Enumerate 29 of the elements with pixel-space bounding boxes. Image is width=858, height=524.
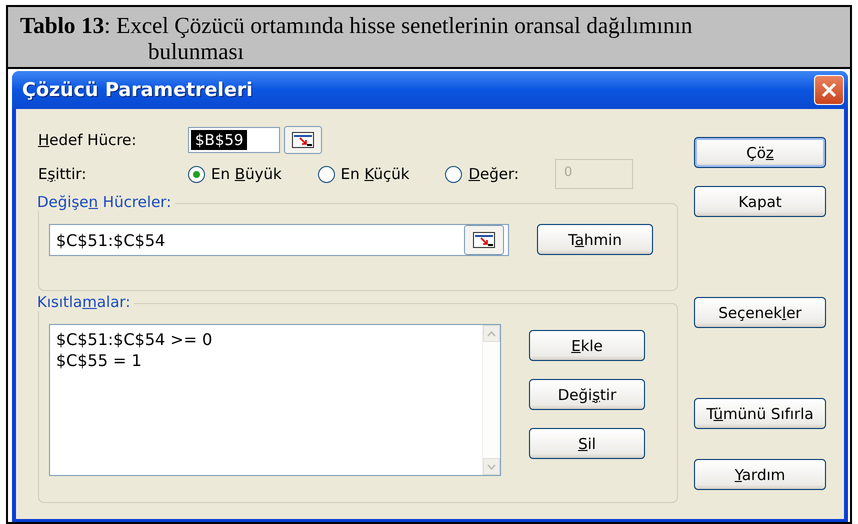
radio-option[interactable]: En Büyük (188, 165, 282, 183)
table-caption: Tablo 13: Excel Çözücü ortamında hisse senetlerinin oransal dağılımının bulunması (6, 5, 852, 69)
range-picker-button[interactable] (284, 126, 322, 154)
constraint-button[interactable]: Ekle (529, 330, 645, 361)
radio-option[interactable]: En Küçük (318, 165, 410, 183)
constraint-item[interactable]: $C$55 = 1 (56, 350, 476, 371)
equals-label: Eşittir: (38, 165, 88, 183)
dialog-button[interactable]: Tümünü Sıfırla (694, 398, 826, 429)
dialog-button[interactable]: Çöz (694, 137, 826, 168)
dialog-button[interactable]: Seçenekler (694, 297, 826, 328)
dialog-button[interactable]: Kapat (694, 186, 826, 217)
constraints-list[interactable]: $C$51:$C$54 >= 0 $C$55 = 1 (49, 324, 501, 476)
target-cell-field[interactable]: $B$59 (188, 127, 280, 153)
close-button[interactable] (814, 75, 844, 105)
dialog-button[interactable]: Yardım (694, 459, 826, 490)
constraint-button[interactable]: Değiştir (529, 379, 645, 410)
close-icon (821, 82, 837, 98)
changing-cells-field[interactable]: $C$51:$C$54 (49, 224, 509, 256)
constraint-item[interactable]: $C$51:$C$54 >= 0 (56, 329, 476, 350)
constraints-label: Kısıtlamalar: (37, 293, 134, 311)
target-cell-label: Hedef Hücre: (38, 131, 138, 149)
range-picker-icon (473, 232, 495, 248)
guess-button[interactable]: Tahmin (537, 224, 653, 255)
changing-cells-label: Değişen Hücreler: (37, 193, 176, 211)
constraint-button[interactable]: Sil (529, 428, 645, 459)
range-picker-button[interactable] (464, 225, 504, 255)
range-picker-icon (292, 132, 314, 148)
window-title: Çözücü Parametreleri (22, 79, 253, 101)
radio-option[interactable]: Değer: (445, 165, 519, 183)
